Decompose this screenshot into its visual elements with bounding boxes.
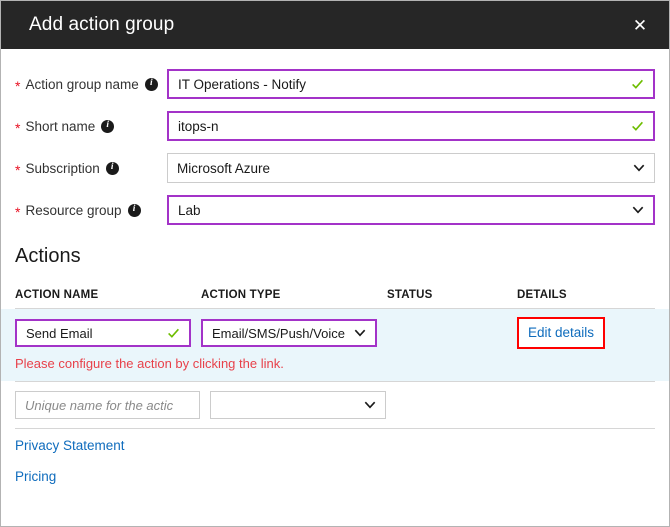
page-title: Add action group <box>29 14 174 36</box>
blade-titlebar: Add action group ✕ <box>1 1 669 49</box>
action-name-value: Send Email <box>26 326 92 341</box>
info-icon[interactable]: i <box>145 78 158 91</box>
field-row-resource-group: * Resource group i Lab <box>15 189 655 231</box>
table-row: Unique name for the actic <box>1 382 669 428</box>
info-icon[interactable]: i <box>106 162 119 175</box>
valid-check-icon <box>631 78 644 91</box>
field-row-subscription: * Subscription i Microsoft Azure <box>15 147 655 189</box>
action-type-value: Email/SMS/Push/Voice <box>212 326 345 341</box>
cell-action-type <box>210 391 396 419</box>
edit-details-link[interactable]: Edit details <box>528 325 594 340</box>
column-header-action-type: ACTION TYPE <box>201 289 387 301</box>
blade-body: * Action group name i IT Operations - No… <box>1 49 669 484</box>
label-subscription: * Subscription i <box>15 161 167 176</box>
table-row-controls: Send Email Email/SMS/Push/Voice <box>15 317 655 349</box>
field-label-text: Action group name <box>25 77 138 92</box>
add-action-group-blade: Add action group ✕ * Action group name i… <box>0 0 670 527</box>
new-action-type-select[interactable] <box>210 391 386 419</box>
info-icon[interactable]: i <box>101 120 114 133</box>
cell-action-name: Send Email <box>15 319 201 347</box>
valid-check-icon <box>631 120 644 133</box>
new-action-name-input[interactable]: Unique name for the actic <box>15 391 200 419</box>
actions-table: ACTION NAME ACTION TYPE STATUS DETAILS S… <box>1 282 669 429</box>
actions-table-header: ACTION NAME ACTION TYPE STATUS DETAILS <box>1 282 669 308</box>
cell-action-type: Email/SMS/Push/Voice <box>201 319 387 347</box>
column-header-status: STATUS <box>387 289 517 301</box>
field-row-action-group-name: * Action group name i IT Operations - No… <box>15 63 655 105</box>
privacy-statement-link[interactable]: Privacy Statement <box>15 438 655 453</box>
required-asterisk: * <box>15 205 20 219</box>
column-header-action-name: ACTION NAME <box>15 289 201 301</box>
field-row-short-name: * Short name i itops-n <box>15 105 655 147</box>
table-row: Send Email Email/SMS/Push/Voice <box>1 309 669 381</box>
footer-links: Privacy Statement Pricing <box>1 429 669 484</box>
label-action-group-name: * Action group name i <box>15 77 167 92</box>
chevron-down-icon <box>632 204 644 216</box>
required-asterisk: * <box>15 121 20 135</box>
subscription-value: Microsoft Azure <box>177 161 270 176</box>
field-label-text: Subscription <box>25 161 99 176</box>
label-resource-group: * Resource group i <box>15 203 167 218</box>
resource-group-value: Lab <box>178 203 201 218</box>
field-label-text: Resource group <box>25 203 121 218</box>
edit-details-highlight: Edit details <box>517 317 605 349</box>
short-name-input[interactable]: itops-n <box>167 111 655 141</box>
pricing-link[interactable]: Pricing <box>15 469 655 484</box>
required-asterisk: * <box>15 163 20 177</box>
action-name-input[interactable]: Send Email <box>15 319 191 347</box>
new-action-name-placeholder: Unique name for the actic <box>25 398 173 413</box>
close-icon[interactable]: ✕ <box>625 10 655 40</box>
cell-action-name: Unique name for the actic <box>15 391 210 419</box>
field-label-text: Short name <box>25 119 95 134</box>
actions-section-title: Actions <box>1 237 669 268</box>
action-group-name-value: IT Operations - Notify <box>178 77 306 92</box>
action-group-form: * Action group name i IT Operations - No… <box>1 49 669 237</box>
info-icon[interactable]: i <box>128 204 141 217</box>
short-name-value: itops-n <box>178 119 219 134</box>
cell-details: Edit details <box>517 317 655 349</box>
chevron-down-icon <box>354 327 366 339</box>
action-type-select[interactable]: Email/SMS/Push/Voice <box>201 319 377 347</box>
required-asterisk: * <box>15 79 20 93</box>
valid-check-icon <box>167 327 180 340</box>
table-row-controls: Unique name for the actic <box>15 391 655 419</box>
action-group-name-input[interactable]: IT Operations - Notify <box>167 69 655 99</box>
chevron-down-icon <box>364 399 376 411</box>
row-validation-message: Please configure the action by clicking … <box>15 356 655 371</box>
chevron-down-icon <box>633 162 645 174</box>
subscription-select[interactable]: Microsoft Azure <box>167 153 655 183</box>
label-short-name: * Short name i <box>15 119 167 134</box>
resource-group-select[interactable]: Lab <box>167 195 655 225</box>
column-header-details: DETAILS <box>517 289 655 301</box>
